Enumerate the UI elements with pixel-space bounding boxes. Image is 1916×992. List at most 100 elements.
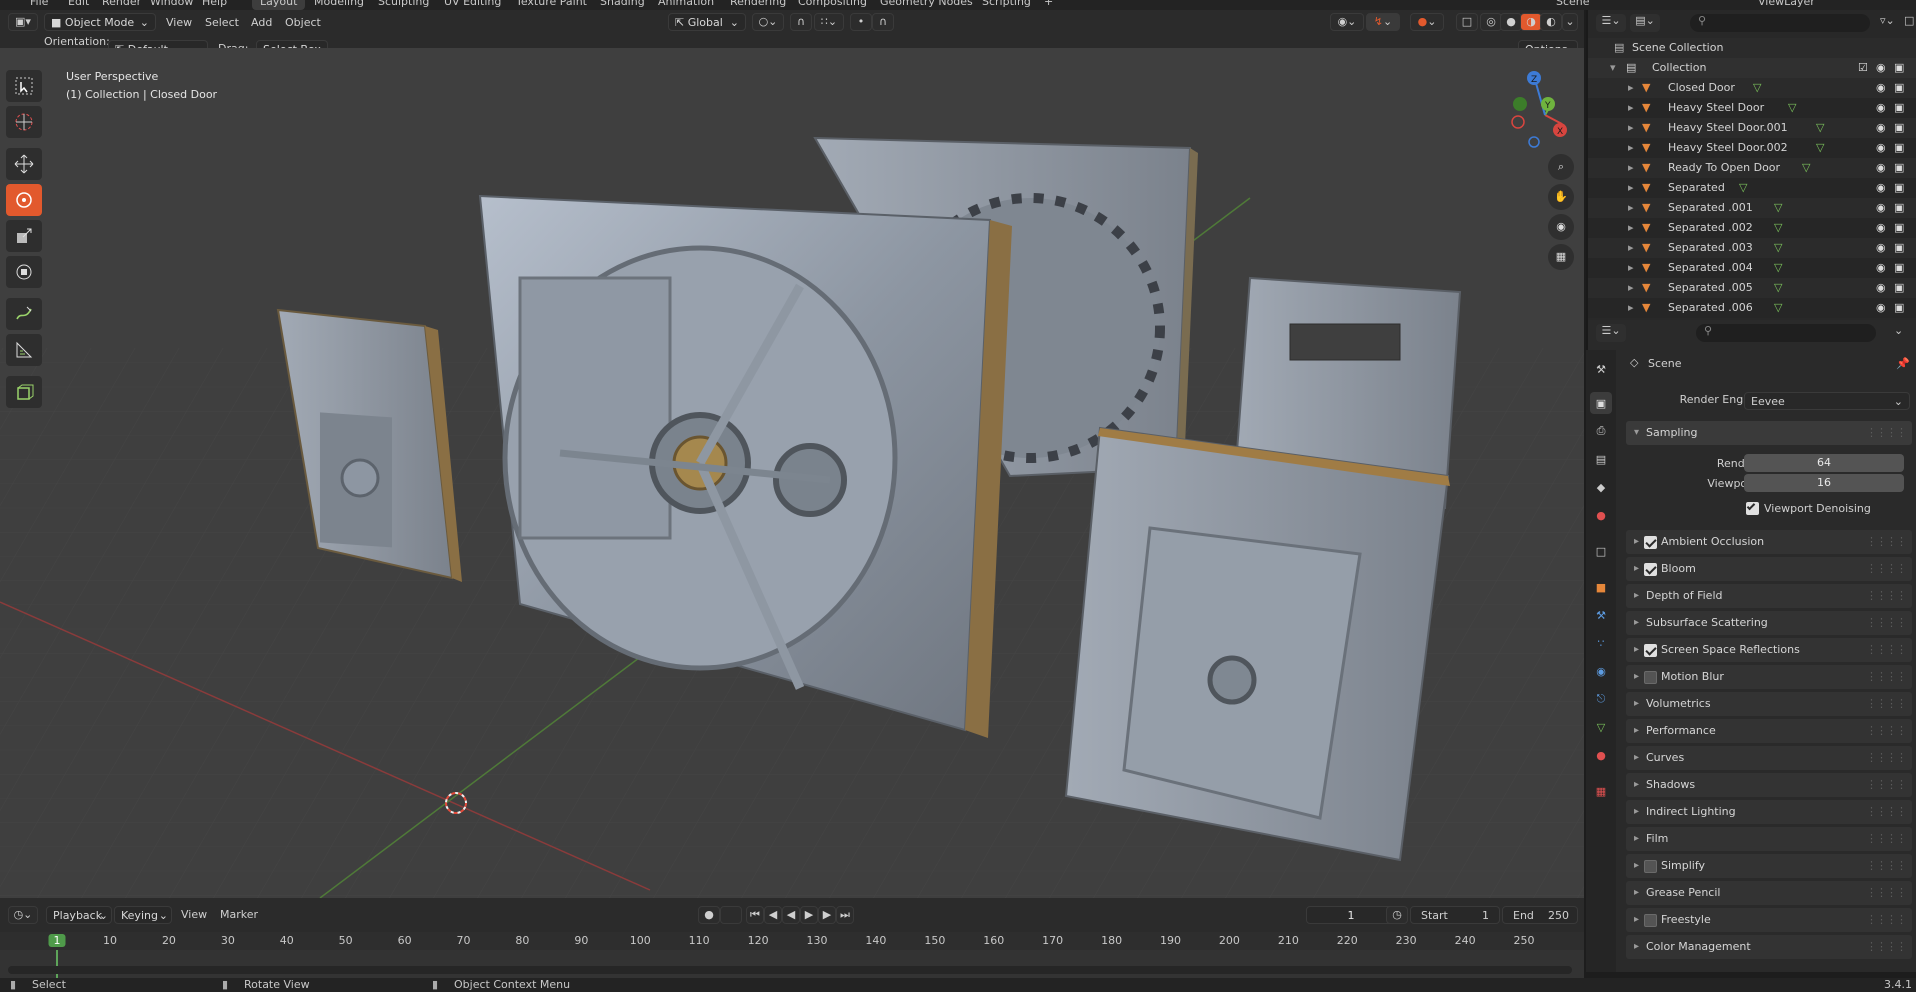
outliner-row-object[interactable]: ▸ ▼ Heavy Steel Door ▽ ◉ ▣ [1588, 98, 1916, 118]
next-keyframe-icon[interactable]: ▶ [818, 906, 836, 924]
add-cube-tool[interactable] [6, 376, 42, 408]
menu-object[interactable]: Object [285, 14, 321, 32]
panel-shadows[interactable]: ▸ Shadows ⋮⋮⋮⋮ [1626, 773, 1912, 797]
drag-handle-icon[interactable]: ⋮⋮⋮⋮ [1866, 584, 1907, 608]
panel-enable-checkbox[interactable] [1644, 671, 1657, 684]
menu-file[interactable]: File [22, 0, 56, 10]
proportional-edit-icon[interactable]: • [850, 13, 872, 31]
snap-target-icon[interactable]: ∷⌄ [814, 13, 844, 31]
tab-geometry-nodes[interactable]: Geometry Nodes [872, 0, 981, 10]
display-mode-icon[interactable]: ▤⌄ [1630, 14, 1660, 32]
eye-icon[interactable]: ◉ [1876, 178, 1886, 198]
jump-end-icon[interactable]: ⏭ [836, 906, 854, 924]
drag-handle-icon[interactable]: ⋮⋮⋮⋮ [1866, 719, 1907, 743]
panel-volumetrics[interactable]: ▸ Volumetrics ⋮⋮⋮⋮ [1626, 692, 1912, 716]
outliner-editor-type-icon[interactable]: ☰⌄ [1596, 14, 1626, 32]
output-tab-icon[interactable]: ⎙ [1590, 420, 1612, 442]
panel-freestyle[interactable]: ▸ Freestyle ⋮⋮⋮⋮ [1626, 908, 1912, 932]
auto-keying-options-icon[interactable] [720, 906, 742, 924]
panel-ambient-occlusion[interactable]: ▸ Ambient Occlusion ⋮⋮⋮⋮ [1626, 530, 1912, 554]
expand-chevron-icon[interactable]: ▸ [1628, 218, 1634, 238]
panel-depth-of-field[interactable]: ▸ Depth of Field ⋮⋮⋮⋮ [1626, 584, 1912, 608]
drag-handle-icon[interactable]: ⋮⋮⋮⋮ [1866, 746, 1907, 770]
menu-view[interactable]: View [166, 14, 192, 32]
add-workspace-icon[interactable]: + [1036, 0, 1061, 10]
outliner-row-object[interactable]: ▸ ▼ Separated .005 ▽ ◉ ▣ [1588, 278, 1916, 298]
3d-viewport[interactable]: User Perspective (1) Collection | Closed… [0, 48, 1584, 898]
exclude-checkbox-icon[interactable]: ☑ [1858, 58, 1868, 78]
tab-shading[interactable]: Shading [592, 0, 653, 10]
panel-enable-checkbox[interactable] [1644, 860, 1657, 873]
visibility-toggle-icon[interactable]: ◉⌄ [1330, 13, 1364, 31]
ready-to-open-door[interactable] [1064, 426, 1450, 862]
tab-sculpting[interactable]: Sculpting [370, 0, 437, 10]
expand-chevron-icon[interactable]: ▸ [1628, 178, 1634, 198]
outliner-row-object[interactable]: ▸ ▼ Separated .004 ▽ ◉ ▣ [1588, 258, 1916, 278]
mesh-data-icon[interactable]: ▽ [1774, 298, 1782, 318]
properties-editor-type-icon[interactable]: ☰⌄ [1596, 324, 1626, 342]
camera-view-icon[interactable]: ◉ [1548, 214, 1574, 240]
panel-enable-checkbox[interactable] [1644, 563, 1657, 576]
menu-help[interactable]: Help [194, 0, 235, 10]
drag-handle-icon[interactable]: ⋮⋮⋮⋮ [1866, 908, 1907, 932]
view-layer-tab-icon[interactable]: ▤ [1590, 448, 1612, 470]
render-tab-icon[interactable]: ▣ [1590, 392, 1612, 414]
panel-enable-checkbox[interactable] [1644, 536, 1657, 549]
render-samples-field[interactable]: 64 [1744, 454, 1904, 472]
camera-icon[interactable]: ▣ [1894, 238, 1904, 258]
outliner-row-collection[interactable]: ▾ ▤ Collection ☑ ◉ ▣ [1588, 58, 1916, 78]
menu-render[interactable]: Render [94, 0, 149, 10]
record-keyframes-icon[interactable]: ● [698, 906, 720, 924]
menu-edit[interactable]: Edit [60, 0, 97, 10]
expand-chevron-icon[interactable]: ▸ [1628, 78, 1634, 98]
material-tab-icon[interactable]: ● [1590, 744, 1612, 766]
options-chevron-icon[interactable]: ⌄ [1894, 324, 1912, 342]
end-frame-field[interactable]: End 250 [1502, 906, 1578, 924]
mesh-data-icon[interactable]: ▽ [1802, 158, 1810, 178]
outliner-row-object[interactable]: ▸ ▼ Separated ▽ ◉ ▣ [1588, 178, 1916, 198]
jump-start-icon[interactable]: ⏮ [746, 906, 764, 924]
outliner-row-scene-collection[interactable]: ▤ Scene Collection [1588, 38, 1916, 58]
physics-tab-icon[interactable]: ◉ [1590, 660, 1612, 682]
modifier-tab-icon[interactable]: ⚒ [1590, 604, 1612, 626]
navigation-gizmo[interactable]: X Y Z [1500, 70, 1584, 160]
camera-icon[interactable]: ▣ [1894, 78, 1904, 98]
expand-chevron-icon[interactable]: ▸ [1628, 278, 1634, 298]
eye-icon[interactable]: ◉ [1876, 238, 1886, 258]
eye-icon[interactable]: ◉ [1876, 98, 1886, 118]
viewport-samples-field[interactable]: 16 [1744, 474, 1904, 492]
xray-toggle-icon[interactable]: □ [1456, 13, 1478, 31]
mesh-data-icon[interactable]: ▽ [1753, 78, 1761, 98]
camera-icon[interactable]: ▣ [1894, 138, 1904, 158]
eye-icon[interactable]: ◉ [1876, 78, 1886, 98]
tab-layout[interactable]: Layout [252, 0, 306, 10]
mesh-data-icon[interactable]: ▽ [1788, 98, 1796, 118]
outliner-row-object[interactable]: ▸ ▼ Separated .003 ▽ ◉ ▣ [1588, 238, 1916, 258]
mesh-data-icon[interactable]: ▽ [1774, 198, 1782, 218]
drag-handle-icon[interactable]: ⋮⋮⋮⋮ [1866, 421, 1907, 445]
menu-select[interactable]: Select [205, 14, 239, 32]
tab-modeling[interactable]: Modeling [306, 0, 372, 10]
wireframe-shading-icon[interactable]: ◎ [1480, 13, 1502, 31]
neg-x-axis-icon[interactable] [1511, 115, 1525, 129]
camera-icon[interactable]: ▣ [1894, 258, 1904, 278]
tab-rendering[interactable]: Rendering [722, 0, 794, 10]
prev-keyframe-icon[interactable]: ◀ [764, 906, 782, 924]
eye-icon[interactable]: ◉ [1876, 218, 1886, 238]
eye-icon[interactable]: ◉ [1876, 278, 1886, 298]
mesh-data-icon[interactable]: ▽ [1816, 138, 1824, 158]
timeline-area[interactable]: 1 10 20 30 40 50 60 70 80 90 100 110 120 130 140 150 160… [0, 932, 1584, 978]
transform-orientation-select[interactable]: ⇱ Global ⌄ [668, 13, 746, 31]
mesh-data-icon[interactable]: ▽ [1739, 178, 1747, 198]
drag-handle-icon[interactable]: ⋮⋮⋮⋮ [1866, 638, 1907, 662]
drag-handle-icon[interactable]: ⋮⋮⋮⋮ [1866, 827, 1907, 851]
expand-chevron-icon[interactable]: ▸ [1628, 298, 1634, 318]
timeline-scrollbar[interactable] [8, 966, 1572, 974]
outliner-row-object[interactable]: ▸ ▼ Heavy Steel Door.001 ▽ ◉ ▣ [1588, 118, 1916, 138]
constraints-tab-icon[interactable]: ⎋ [1590, 688, 1612, 710]
tab-animation[interactable]: Animation [650, 0, 722, 10]
play-icon[interactable]: ▶ [800, 906, 818, 924]
texture-tab-icon[interactable]: ▦ [1590, 780, 1612, 802]
cursor-tool[interactable] [6, 106, 42, 138]
expand-chevron-icon[interactable]: ▸ [1628, 98, 1634, 118]
